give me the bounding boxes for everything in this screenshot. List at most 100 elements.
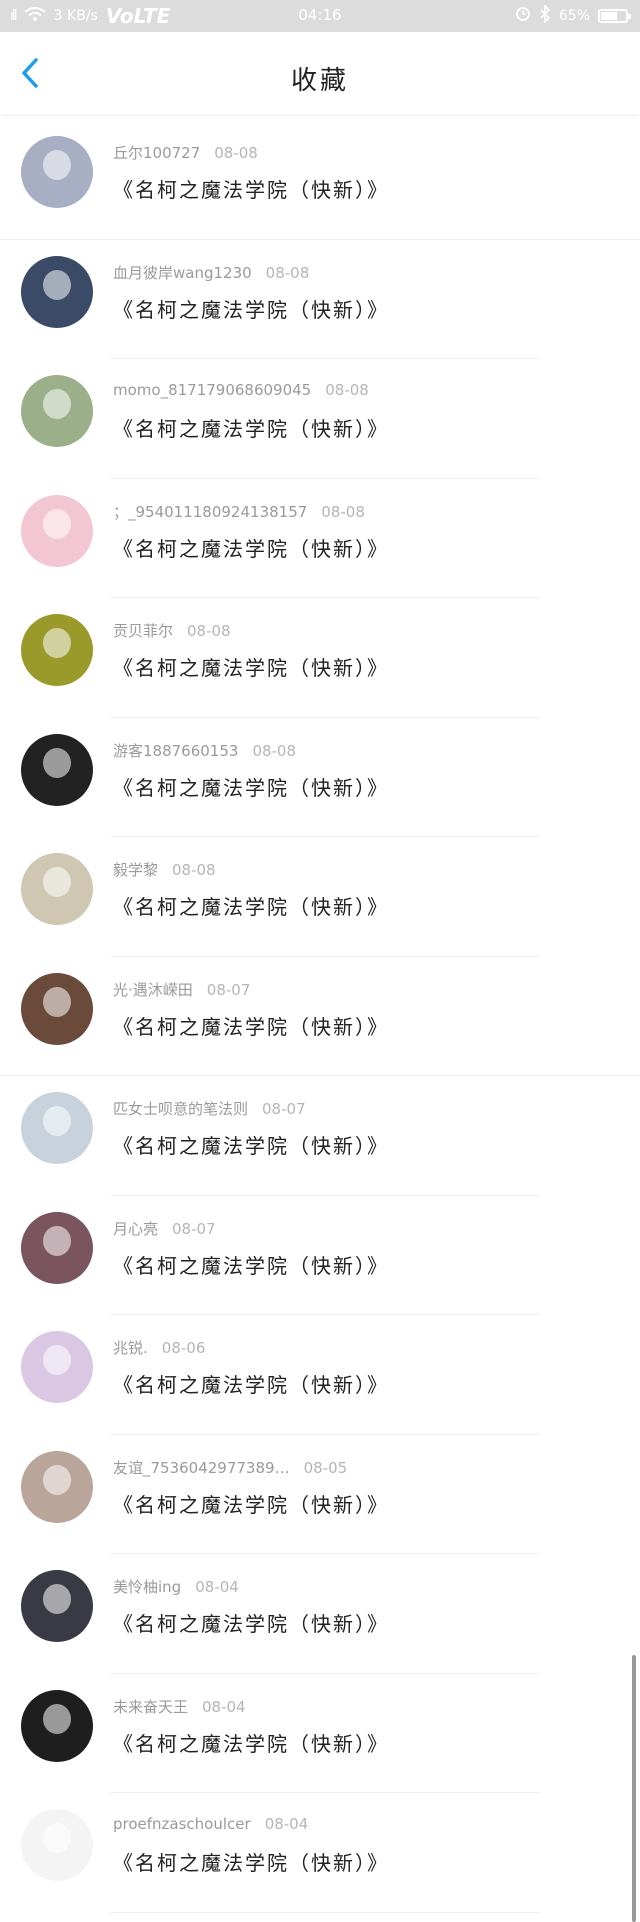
avatar[interactable] (21, 1211, 93, 1284)
username[interactable]: 匹女士呗意的笔法则 (113, 1100, 248, 1118)
item-title[interactable]: 《名柯之魔法学院（快新）》 (113, 1489, 389, 1518)
username[interactable]: 月心亮 (113, 1220, 158, 1238)
item-date: 08-08 (265, 263, 310, 282)
username[interactable]: 未来奋天王 (113, 1698, 188, 1716)
username[interactable]: 友谊_7536042977389… (113, 1459, 290, 1477)
username[interactable]: 兆锐. (113, 1339, 148, 1357)
avatar-image (43, 1345, 71, 1375)
username[interactable]: 游客1887660153 (113, 742, 238, 760)
username[interactable]: proefnzaschoulcer (113, 1815, 251, 1833)
avatar[interactable] (21, 494, 93, 567)
item-date: 08-08 (252, 741, 297, 760)
item-date: 08-08 (214, 144, 258, 162)
list-item[interactable]: proefnzaschoulcer 08-04 《名柯之魔法学院（快新）》 (0, 1793, 640, 1913)
username[interactable]: momo_817179068609045 (113, 381, 311, 399)
item-date: 08-07 (262, 1100, 306, 1118)
avatar[interactable] (21, 1331, 93, 1403)
avatar[interactable] (21, 1570, 93, 1642)
item-title[interactable]: 《名柯之魔法学院（快新）》 (113, 772, 389, 801)
avatar[interactable] (21, 1689, 93, 1762)
list-item[interactable]: 兆锐. 08-06 《名柯之魔法学院（快新）》 (0, 1315, 640, 1435)
avatar[interactable] (21, 255, 93, 328)
item-title[interactable]: 《名柯之魔法学院（快新）》 (113, 891, 389, 920)
status-right: 65% (515, 3, 631, 27)
item-meta: 未来奋天王 08-04 (113, 1696, 246, 1717)
list-item[interactable]: 贡贝菲尔 08-08 《名柯之魔法学院（快新）》 (0, 598, 640, 718)
username[interactable]: 血月彼岸wang1230 (113, 264, 252, 282)
list-item[interactable]: 友谊_7536042977389… 08-05 《名柯之魔法学院（快新）》 (0, 1435, 640, 1554)
avatar-image (43, 867, 71, 897)
avatar[interactable] (21, 1092, 93, 1164)
battery-percent: 65% (558, 8, 590, 24)
avatar[interactable] (21, 136, 93, 208)
item-meta: 匹女士呗意的笔法则 08-07 (113, 1098, 306, 1119)
list-item[interactable]: 月心亮 08-07 《名柯之魔法学院（快新）》 (0, 1196, 640, 1315)
avatar[interactable] (21, 1809, 93, 1881)
item-meta: 兆锐. 08-06 (113, 1337, 205, 1358)
list-item[interactable]: 匹女士呗意的笔法则 08-07 《名柯之魔法学院（快新）》 (0, 1076, 640, 1196)
item-date: 08-04 (264, 1815, 309, 1833)
list-item[interactable]: 游客1887660153 08-08 《名柯之魔法学院（快新）》 (0, 718, 640, 837)
item-meta: 光·遇沐嵘田 08-07 (113, 979, 250, 1000)
avatar-image (43, 508, 71, 539)
username[interactable]: 美怜柚ing (113, 1578, 181, 1596)
avatar[interactable] (21, 853, 93, 925)
avatar[interactable] (21, 733, 93, 806)
username[interactable]: 光·遇沐嵘田 (113, 981, 193, 999)
list-item[interactable]: 丘尔100727 08-08 《名柯之魔法学院（快新）》 (0, 120, 640, 240)
list-item[interactable]: 毅学黎 08-08 《名柯之魔法学院（快新）》 (0, 837, 640, 957)
list-item[interactable]: 光·遇沐嵘田 08-07 《名柯之魔法学院（快新）》 (0, 957, 640, 1076)
item-date: 08-08 (321, 502, 365, 521)
item-title[interactable]: 《名柯之魔法学院（快新）》 (113, 533, 389, 562)
item-date: 08-06 (161, 1339, 206, 1357)
list-item[interactable]: 未来奋天王 08-04 《名柯之魔法学院（快新）》 (0, 1674, 640, 1793)
item-title[interactable]: 《名柯之魔法学院（快新）》 (113, 652, 389, 681)
item-title[interactable]: 《名柯之魔法学院（快新）》 (113, 1130, 389, 1159)
item-title[interactable]: 《名柯之魔法学院（快新）》 (113, 413, 389, 442)
item-meta: 游客1887660153 08-08 (113, 740, 296, 761)
item-date: 08-08 (172, 861, 216, 879)
username[interactable]: ；_954011180924138157 (113, 503, 307, 521)
item-date: 08-04 (202, 1697, 246, 1716)
divider (110, 1911, 540, 1913)
item-meta: 毅学黎 08-08 (113, 859, 216, 880)
avatar[interactable] (21, 375, 93, 447)
list-item[interactable]: momo_817179068609045 08-08 《名柯之魔法学院（快新）》 (0, 359, 640, 479)
list-item[interactable]: 美怜柚ing 08-04 《名柯之魔法学院（快新）》 (0, 1554, 640, 1674)
avatar[interactable] (21, 1450, 93, 1523)
username[interactable]: 丘尔100727 (113, 144, 200, 162)
item-title[interactable]: 《名柯之魔法学院（快新）》 (113, 1847, 389, 1876)
item-title[interactable]: 《名柯之魔法学院（快新）》 (113, 1011, 389, 1040)
username[interactable]: 贡贝菲尔 (113, 622, 173, 640)
battery-icon (598, 9, 631, 23)
avatar-image (43, 986, 71, 1017)
scrollbar[interactable] (632, 1655, 636, 1922)
item-title[interactable]: 《名柯之魔法学院（快新）》 (113, 1728, 389, 1757)
avatar-image (43, 747, 71, 778)
item-date: 08-07 (206, 980, 251, 999)
battery-fill (601, 12, 617, 20)
avatar-image (43, 389, 71, 419)
item-title[interactable]: 《名柯之魔法学院（快新）》 (113, 1608, 389, 1637)
page-title: 收藏 (290, 66, 349, 96)
list-item[interactable]: 血月彼岸wang1230 08-08 《名柯之魔法学院（快新）》 (0, 240, 640, 359)
avatar[interactable] (21, 614, 93, 686)
item-title[interactable]: 《名柯之魔法学院（快新）》 (113, 174, 389, 203)
bluetooth-icon (539, 3, 551, 27)
item-title[interactable]: 《名柯之魔法学院（快新）》 (113, 294, 389, 323)
avatar[interactable] (21, 972, 93, 1045)
avatar-image (43, 150, 71, 180)
avatar-image (43, 628, 71, 658)
avatar-image (43, 1823, 71, 1853)
item-meta: 友谊_7536042977389… 08-05 (113, 1457, 347, 1478)
alarm-icon (515, 6, 531, 26)
item-title[interactable]: 《名柯之魔法学院（快新）》 (113, 1369, 389, 1398)
username[interactable]: 毅学黎 (113, 861, 158, 879)
item-title[interactable]: 《名柯之魔法学院（快新）》 (113, 1250, 389, 1279)
item-meta: ；_954011180924138157 08-08 (113, 501, 365, 522)
avatar-image (43, 1225, 71, 1256)
item-meta: 丘尔100727 08-08 (113, 142, 258, 163)
item-meta: 血月彼岸wang1230 08-08 (113, 262, 309, 283)
item-meta: momo_817179068609045 08-08 (113, 381, 369, 399)
list-item[interactable]: ；_954011180924138157 08-08 《名柯之魔法学院（快新）》 (0, 479, 640, 598)
